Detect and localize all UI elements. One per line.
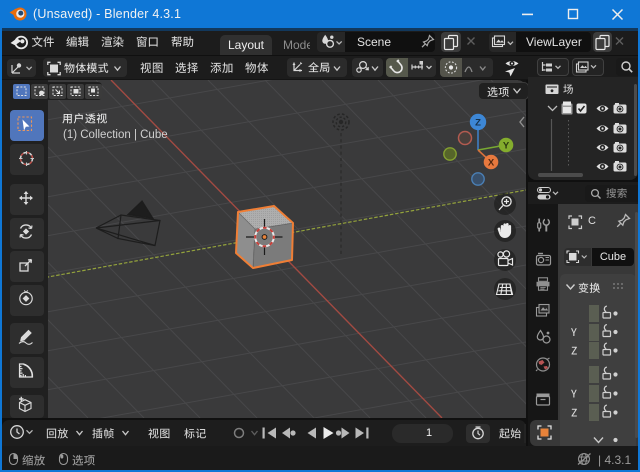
svg-text:X: X — [488, 158, 495, 169]
svg-text:Y: Y — [503, 141, 510, 152]
svg-text:Z: Z — [475, 118, 481, 129]
